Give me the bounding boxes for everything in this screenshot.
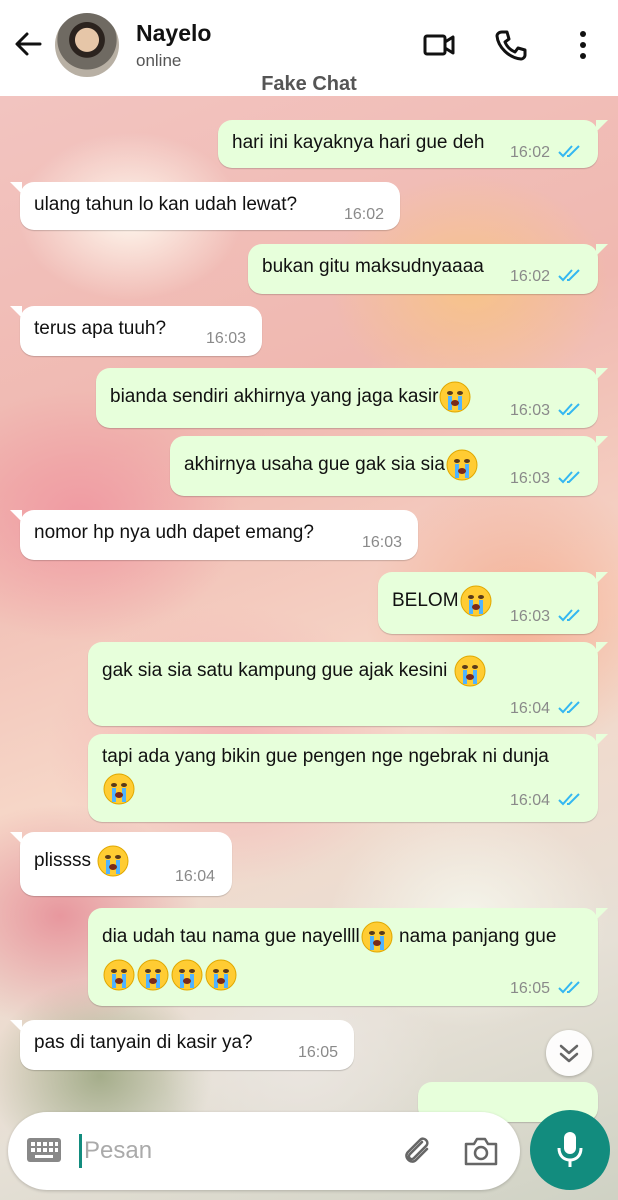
message-time: 16:05 — [510, 980, 551, 997]
loudly-crying-face-icon — [439, 381, 471, 413]
message-bubble-incoming[interactable]: nomor hp nya udh dapet emang? 16:03 — [10, 510, 418, 560]
message-text: BELOM — [392, 590, 459, 612]
loudly-crying-face-icon — [205, 959, 237, 991]
loudly-crying-face-icon — [103, 773, 135, 805]
read-receipt-icon — [558, 701, 580, 714]
message-text: ulang tahun lo kan udah lewat? — [34, 194, 298, 215]
message-text: bukan gitu maksudnyaaaa — [262, 256, 484, 277]
message-time: 16:03 — [206, 330, 247, 347]
chat-area[interactable]: hari ini kayaknya hari gue deh 16:02 ula… — [0, 96, 618, 1200]
loudly-crying-face-icon — [460, 585, 492, 617]
message-time: 16:04 — [510, 792, 551, 809]
more-options-icon[interactable] — [566, 28, 600, 62]
message-text: nama panjang gue — [399, 926, 557, 948]
message-text: gak sia sia satu kampung gue ajak kesini — [102, 660, 448, 682]
message-text: plissss — [34, 850, 92, 872]
paperclip-icon[interactable] — [400, 1134, 434, 1168]
message-bubble-incoming[interactable]: pas di tanyain di kasir ya? 16:05 — [10, 1020, 354, 1070]
message-time: 16:05 — [298, 1044, 339, 1061]
back-arrow-icon[interactable] — [12, 28, 44, 60]
message-text: terus apa tuuh? — [34, 318, 167, 339]
message-bubble-incoming[interactable]: plissss 16:04 — [10, 832, 232, 896]
message-bubble-incoming[interactable]: ulang tahun lo kan udah lewat? 16:02 — [10, 182, 400, 230]
avatar[interactable] — [55, 13, 119, 77]
microphone-icon — [557, 1132, 583, 1167]
read-receipt-icon — [558, 609, 580, 622]
chevron-double-down-icon — [559, 1044, 579, 1063]
loudly-crying-face-icon — [137, 959, 169, 991]
message-time: 16:04 — [175, 868, 216, 885]
message-time: 16:04 — [510, 700, 551, 717]
read-receipt-icon — [558, 145, 580, 158]
read-receipt-icon — [558, 471, 580, 484]
message-text: akhirnya usaha gue gak sia sia — [184, 454, 445, 476]
camera-icon[interactable] — [462, 1134, 500, 1168]
message-time: 16:03 — [510, 402, 551, 419]
message-time: 16:03 — [510, 470, 551, 487]
message-time: 16:02 — [344, 206, 385, 223]
message-text: hari ini kayaknya hari gue deh — [232, 132, 485, 153]
read-receipt-icon — [558, 269, 580, 282]
loudly-crying-face-icon — [97, 845, 129, 877]
message-bubble-outgoing[interactable]: dia udah tau nama gue nayellll nama panj… — [88, 908, 608, 1006]
message-time: 16:02 — [510, 268, 551, 285]
loudly-crying-face-icon — [171, 959, 203, 991]
voice-call-icon[interactable] — [494, 28, 528, 62]
read-receipt-icon — [558, 981, 580, 994]
mic-button[interactable] — [530, 1110, 610, 1190]
message-time: 16:02 — [510, 144, 551, 161]
message-bubble-outgoing[interactable]: hari ini kayaknya hari gue deh 16:02 — [218, 120, 608, 168]
message-bubble-incoming[interactable]: terus apa tuuh? 16:03 — [10, 306, 262, 356]
message-bubble-outgoing[interactable]: bianda sendiri akhirnya yang jaga kasir … — [96, 368, 608, 428]
read-receipt-icon — [558, 793, 580, 806]
message-text: dia udah tau nama gue nayellll — [102, 926, 360, 948]
message-text: nomor hp nya udh dapet emang? — [34, 522, 314, 543]
keyboard-icon[interactable] — [26, 1136, 62, 1164]
message-text: tapi ada yang bikin gue pengen nge ngebr… — [102, 746, 549, 767]
message-text: bianda sendiri akhirnya yang jaga kasir — [110, 386, 439, 408]
read-receipt-icon — [558, 403, 580, 416]
video-call-icon[interactable] — [422, 28, 456, 62]
text-caret — [79, 1134, 82, 1168]
contact-name[interactable]: Nayelo — [136, 20, 211, 47]
message-input-bar — [8, 1112, 520, 1190]
loudly-crying-face-icon — [103, 959, 135, 991]
message-time: 16:03 — [510, 608, 551, 625]
contact-status: online — [136, 51, 182, 70]
message-input[interactable] — [84, 1130, 384, 1172]
loudly-crying-face-icon — [361, 921, 393, 953]
loudly-crying-face-icon — [454, 655, 486, 687]
message-time: 16:03 — [362, 534, 403, 551]
chat-header: Nayelo online Fake Chat — [0, 0, 618, 96]
message-bubble-outgoing[interactable]: gak sia sia satu kampung gue ajak kesini… — [88, 642, 608, 726]
message-bubble-outgoing[interactable]: tapi ada yang bikin gue pengen nge ngebr… — [88, 734, 608, 822]
message-bubble-outgoing[interactable]: BELOM 16:03 — [378, 572, 608, 634]
loudly-crying-face-icon — [446, 449, 478, 481]
message-text: pas di tanyain di kasir ya? — [34, 1032, 253, 1053]
app-title: Fake Chat — [261, 73, 357, 95]
message-bubble-outgoing[interactable]: akhirnya usaha gue gak sia sia 16:03 — [170, 436, 608, 496]
message-bubble-outgoing[interactable]: bukan gitu maksudnyaaaa 16:02 — [248, 244, 608, 294]
scroll-to-bottom-button[interactable] — [546, 1030, 592, 1076]
